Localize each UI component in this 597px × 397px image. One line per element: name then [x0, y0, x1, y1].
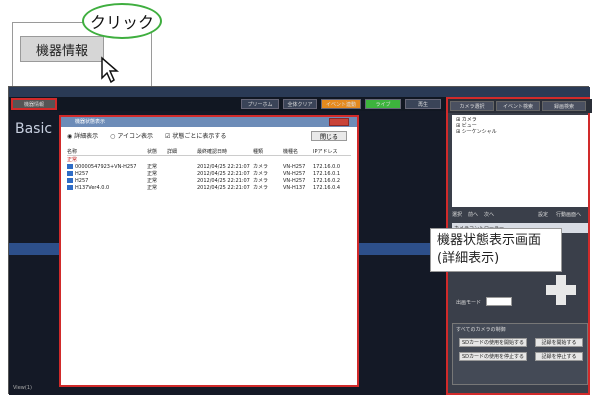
toolbar-button-event[interactable]: イベント連動 [321, 99, 361, 109]
cursor-icon [101, 56, 120, 84]
device-info-button-enlarged[interactable]: 機器情報 [20, 36, 104, 62]
toolbar-button-1[interactable]: プリーホム [241, 99, 279, 109]
annotation-line2: (詳細表示) [437, 251, 500, 266]
group-normal[interactable]: 正常 [67, 156, 351, 163]
record-start-button[interactable]: 記録を開始する [535, 338, 583, 347]
main-toolbar: 機器情報 プリーホム 全体クリア イベント連動 ライブ 再生 [9, 97, 446, 111]
close-button[interactable]: 閉じる [311, 131, 347, 141]
col-detail[interactable]: 詳細 [167, 148, 197, 155]
right-tabs: カメラ選択 イベント検索 録画検索 [448, 99, 592, 113]
sd-stop-button[interactable]: SDカードの使用を停止する [459, 352, 527, 361]
camera-tree[interactable]: ⊞ カメラ ⊞ ビュー ⊞ シーケンシャル [452, 115, 588, 207]
table-row[interactable]: H137Ver4.0.0 正常 2012/04/25 22:21:07 カメラ V… [67, 184, 351, 191]
col-last-checked[interactable]: 最終確認日時 [197, 148, 253, 155]
col-ip[interactable]: IPアドレス [313, 148, 351, 155]
dialog-title: 機器状態表示 [61, 117, 357, 127]
window-titlebar [9, 87, 590, 97]
radio-detail[interactable]: ◉ 詳細表示 [67, 131, 98, 140]
annotation-label: 機器状態表示画面 (詳細表示) [430, 228, 562, 272]
camera-icon [67, 170, 73, 176]
col-status[interactable]: 状態 [147, 148, 167, 155]
camera-icon [67, 184, 73, 190]
col-name[interactable]: 名称 [67, 148, 147, 155]
sd-start-button[interactable]: SDカードの使用を開始する [459, 338, 527, 347]
all-camera-control: すべてのカメラの制御 SDカードの使用を開始する 記録を開始する SDカードの使… [452, 323, 588, 385]
view-label: View(1) [13, 385, 32, 391]
click-bubble: クリック [82, 3, 162, 39]
view-options: ◉ 詳細表示 ○ アイコン表示 ☑ 状態ごとに表示する [67, 131, 226, 140]
toolbar-button-2[interactable]: 全体クリア [283, 99, 317, 109]
device-table: 名称 状態 詳細 最終確認日時 種類 機種名 IPアドレス 正常 0000054… [67, 147, 351, 191]
table-row[interactable]: H257 正常 2012/04/25 22:21:07 カメラ VN-H257 17… [67, 170, 351, 177]
prev-button[interactable]: 前へ [468, 211, 478, 218]
tab-record-search[interactable]: 録画検索 [542, 101, 586, 111]
tab-camera-select[interactable]: カメラ選択 [450, 101, 494, 111]
tab-event-search[interactable]: イベント検索 [496, 101, 540, 111]
radio-icon[interactable]: ○ アイコン表示 [110, 131, 153, 140]
settings-button[interactable]: 設定 [538, 211, 548, 218]
close-icon[interactable] [329, 118, 349, 126]
tree-buttons: 選択 前へ 次へ 設定 行動画面へ [452, 211, 588, 219]
col-type[interactable]: 種類 [253, 148, 283, 155]
record-stop-button[interactable]: 記録を停止する [535, 352, 583, 361]
device-status-dialog: 機器状態表示 ◉ 詳細表示 ○ アイコン表示 ☑ 状態ごとに表示する 閉じる 名… [59, 115, 359, 387]
device-info-button[interactable]: 機器情報 [11, 98, 57, 110]
toolbar-button-live[interactable]: ライブ [365, 99, 401, 109]
toolbar-button-play[interactable]: 再生 [405, 99, 441, 109]
select-button[interactable]: 選択 [452, 211, 462, 218]
col-model[interactable]: 機種名 [283, 148, 313, 155]
next-button[interactable]: 次へ [484, 211, 494, 218]
section-title: すべてのカメラの制御 [456, 327, 506, 333]
basic-label: Basic [15, 121, 53, 137]
checkbox-by-status[interactable]: ☑ 状態ごとに表示する [165, 131, 226, 140]
focus-mode-select[interactable] [486, 297, 512, 306]
camera-icon [67, 177, 73, 183]
tree-item-sequential[interactable]: ⊞ シーケンシャル [456, 129, 584, 135]
goto-screen-button[interactable]: 行動画面へ [556, 211, 581, 218]
annotation-line1: 機器状態表示画面 [437, 233, 542, 248]
table-header: 名称 状態 詳細 最終確認日時 種類 機種名 IPアドレス [67, 147, 351, 156]
focus-mode-label: 出画モード [456, 300, 482, 306]
table-row[interactable]: 00000547923+VN-H257 正常 2012/04/25 22:21:… [67, 163, 351, 170]
camera-icon [67, 163, 73, 169]
table-row[interactable]: H257 正常 2012/04/25 22:21:07 カメラ VN-H257 17… [67, 177, 351, 184]
ptz-pad[interactable] [546, 275, 576, 305]
